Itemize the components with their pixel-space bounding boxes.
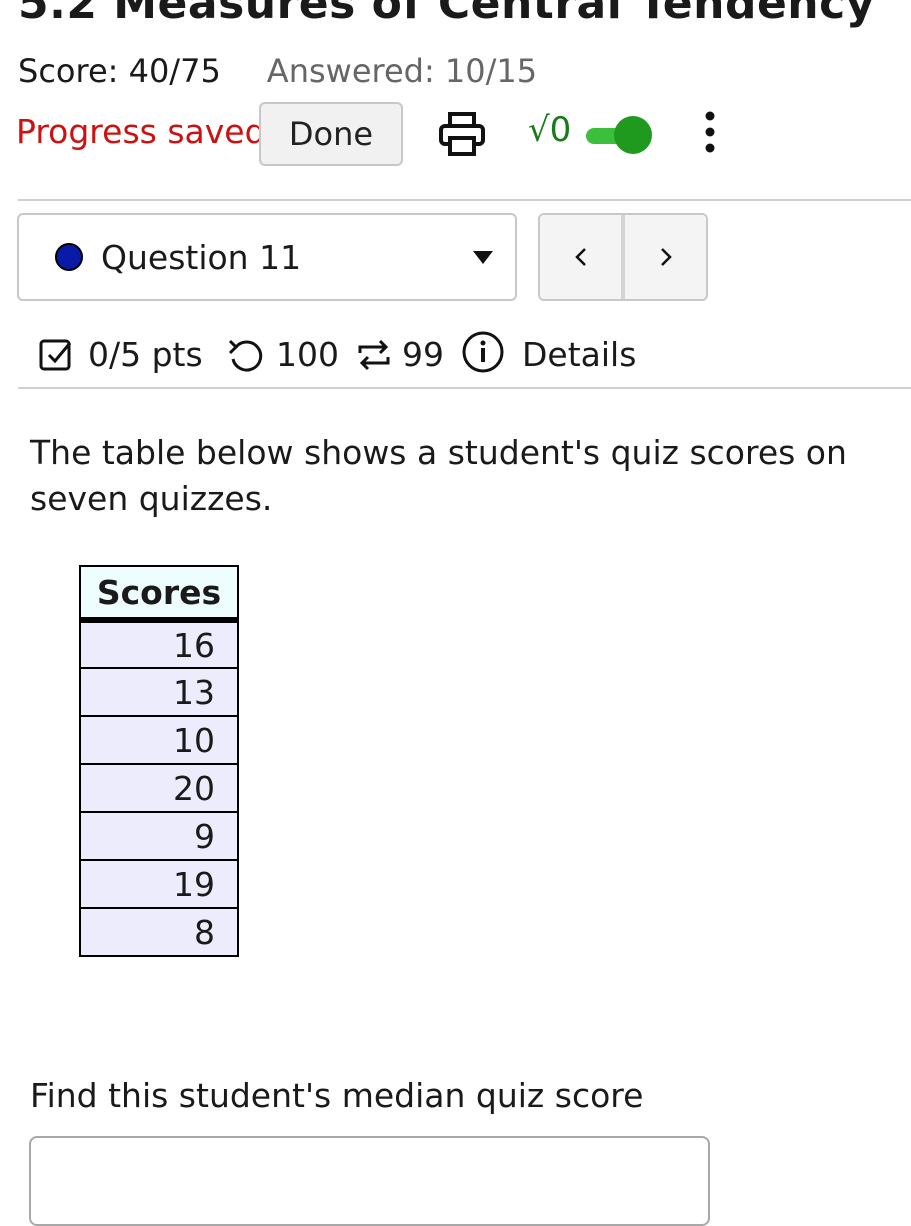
table-row: 10	[79, 715, 239, 765]
table-row: 16	[79, 619, 239, 669]
score-text: Score: 40/75	[18, 52, 221, 90]
divider	[18, 387, 911, 389]
toggle-knob	[614, 116, 652, 154]
math-entry-toggle[interactable]	[584, 116, 652, 156]
table-row: 13	[79, 667, 239, 717]
done-button[interactable]: Done	[259, 102, 403, 166]
kebab-vertical-icon	[705, 111, 715, 153]
dropdown-caret-icon	[473, 251, 493, 264]
table-cell: 10	[79, 715, 239, 765]
table-cell: 8	[79, 907, 239, 957]
math-entry-icon[interactable]: √0	[528, 110, 571, 150]
progress-saved-status: Progress saved	[16, 112, 266, 151]
undo-icon	[228, 339, 263, 372]
answered-text: Answered: 10/15	[266, 52, 538, 90]
print-icon-graphic	[439, 112, 485, 156]
table-row: 20	[79, 763, 239, 813]
question-select-label: Question 11	[101, 238, 302, 277]
score-summary: Score: 40/75 Answered: 10/15	[18, 52, 537, 90]
table-row: 19	[79, 859, 239, 909]
question-status-dot	[55, 243, 83, 271]
print-icon[interactable]	[436, 108, 488, 160]
points-text: 0/5 pts	[88, 335, 203, 374]
table-cell: 19	[79, 859, 239, 909]
question-select[interactable]: Question 11	[17, 213, 517, 301]
table-cell: 9	[79, 811, 239, 861]
retries-text: 100	[276, 335, 339, 374]
table-header: Scores	[79, 565, 239, 623]
answer-input[interactable]	[29, 1136, 710, 1226]
previous-question-button[interactable]	[540, 215, 625, 299]
next-question-button[interactable]	[625, 215, 706, 299]
table-cell: 13	[79, 667, 239, 717]
repeat-icon	[358, 339, 390, 371]
table-row: 8	[79, 907, 239, 957]
info-icon	[462, 331, 504, 373]
question-prompt: Find this student's median quiz score	[30, 1076, 644, 1115]
page-title: 5.2 Measures of Central Tendency	[18, 0, 875, 29]
question-nav-buttons	[538, 213, 708, 301]
divider	[18, 199, 911, 201]
checkbox-icon	[39, 339, 72, 371]
table-row: 9	[79, 811, 239, 861]
attempts-text: 99	[402, 335, 444, 374]
chevron-left-icon	[574, 248, 586, 266]
scores-table: Scores 16 13 10 20 9 19 8	[79, 565, 239, 957]
table-cell: 16	[79, 619, 239, 669]
table-cell: 20	[79, 763, 239, 813]
question-text: The table below shows a student's quiz s…	[30, 433, 847, 518]
more-options-icon[interactable]	[700, 108, 720, 160]
chevron-right-icon	[660, 248, 672, 266]
details-label: Details	[522, 335, 637, 374]
